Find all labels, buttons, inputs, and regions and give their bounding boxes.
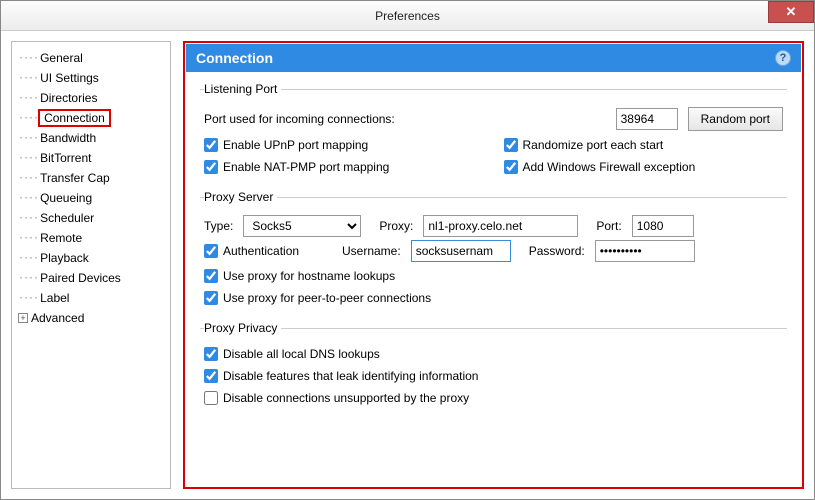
proxy-port-label: Port:: [596, 219, 621, 233]
password-input[interactable]: [595, 240, 695, 262]
titlebar: Preferences ✕: [1, 1, 814, 31]
sidebar-item-bittorrent[interactable]: ····BitTorrent: [16, 148, 166, 168]
proxy-server-legend: Proxy Server: [204, 190, 277, 204]
panel-title: Connection: [196, 50, 273, 66]
incoming-port-input[interactable]: [616, 108, 678, 130]
password-label: Password:: [529, 244, 585, 258]
username-label: Username:: [342, 244, 401, 258]
help-icon[interactable]: ?: [775, 50, 791, 66]
sidebar-item-label[interactable]: ····Label: [16, 288, 166, 308]
sidebar-item-label: BitTorrent: [40, 151, 91, 165]
proxy-type-label: Type:: [204, 219, 233, 233]
random-port-button[interactable]: Random port: [688, 107, 783, 131]
authentication-checkbox[interactable]: Authentication: [204, 240, 332, 262]
firewall-label: Add Windows Firewall exception: [523, 160, 696, 174]
hostname-label: Use proxy for hostname lookups: [223, 269, 395, 283]
upnp-label: Enable UPnP port mapping: [223, 138, 368, 152]
sidebar-item-paired-devices[interactable]: ····Paired Devices: [16, 268, 166, 288]
upnp-checkbox[interactable]: Enable UPnP port mapping: [204, 134, 484, 156]
close-icon: ✕: [786, 4, 797, 20]
sidebar-item-label: Remote: [40, 231, 82, 245]
dns-label: Disable all local DNS lookups: [223, 347, 380, 361]
sidebar-item-connection[interactable]: ····Connection: [16, 108, 166, 128]
proxy-type-select[interactable]: Socks5: [243, 215, 361, 237]
close-button[interactable]: ✕: [768, 1, 814, 23]
sidebar-item-label: Queueing: [40, 191, 92, 205]
natpmp-checkbox[interactable]: Enable NAT-PMP port mapping: [204, 156, 484, 178]
proxy-privacy-legend: Proxy Privacy: [204, 321, 281, 335]
proxy-p2p-checkbox[interactable]: Use proxy for peer-to-peer connections: [204, 287, 783, 309]
sidebar-item-ui-settings[interactable]: ····UI Settings: [16, 68, 166, 88]
sidebar-item-label: Label: [40, 291, 69, 305]
sidebar-item-directories[interactable]: ····Directories: [16, 88, 166, 108]
sidebar-item-label: Scheduler: [40, 211, 94, 225]
auth-label: Authentication: [223, 244, 299, 258]
sidebar-item-general[interactable]: ····General: [16, 48, 166, 68]
sidebar-item-label: Advanced: [31, 311, 84, 325]
sidebar-item-label: Transfer Cap: [40, 171, 110, 185]
proxy-hostname-checkbox[interactable]: Use proxy for hostname lookups: [204, 265, 783, 287]
unsupported-label: Disable connections unsupported by the p…: [223, 391, 469, 405]
listening-port-group: Listening Port Port used for incoming co…: [200, 82, 787, 180]
sidebar-item-scheduler[interactable]: ····Scheduler: [16, 208, 166, 228]
sidebar-item-label: Paired Devices: [40, 271, 121, 285]
sidebar-item-label: Bandwidth: [40, 131, 96, 145]
sidebar-item-label: General: [40, 51, 83, 65]
listening-port-legend: Listening Port: [204, 82, 281, 96]
natpmp-label: Enable NAT-PMP port mapping: [223, 160, 389, 174]
username-input[interactable]: [411, 240, 511, 262]
expand-icon[interactable]: +: [18, 313, 28, 323]
disable-leak-checkbox[interactable]: Disable features that leak identifying i…: [204, 365, 783, 387]
proxy-privacy-group: Proxy Privacy Disable all local DNS look…: [200, 321, 787, 411]
sidebar-item-label: Connection: [38, 109, 111, 127]
sidebar-item-transfer-cap[interactable]: ····Transfer Cap: [16, 168, 166, 188]
sidebar-item-bandwidth[interactable]: ····Bandwidth: [16, 128, 166, 148]
sidebar-item-remote[interactable]: ····Remote: [16, 228, 166, 248]
main-panel: Connection ? Listening Port Port used fo…: [183, 41, 804, 489]
leak-label: Disable features that leak identifying i…: [223, 369, 478, 383]
window-title: Preferences: [375, 9, 440, 23]
proxy-host-label: Proxy:: [379, 219, 413, 233]
p2p-label: Use proxy for peer-to-peer connections: [223, 291, 431, 305]
randomize-label: Randomize port each start: [523, 138, 664, 152]
randomize-port-checkbox[interactable]: Randomize port each start: [504, 134, 784, 156]
firewall-checkbox[interactable]: Add Windows Firewall exception: [504, 156, 784, 178]
sidebar-item-advanced[interactable]: +Advanced: [16, 308, 166, 328]
sidebar-item-label: Playback: [40, 251, 89, 265]
proxy-host-input[interactable]: [423, 215, 578, 237]
disable-unsupported-checkbox[interactable]: Disable connections unsupported by the p…: [204, 387, 783, 409]
proxy-port-input[interactable]: [632, 215, 694, 237]
panel-header: Connection ?: [186, 44, 801, 72]
proxy-server-group: Proxy Server Type: Socks5 Proxy: Port: A…: [200, 190, 787, 311]
sidebar-item-label: UI Settings: [40, 71, 99, 85]
sidebar-item-label: Directories: [40, 91, 97, 105]
sidebar-item-playback[interactable]: ····Playback: [16, 248, 166, 268]
port-label: Port used for incoming connections:: [204, 112, 606, 126]
sidebar: ····General ····UI Settings ····Director…: [11, 41, 171, 489]
disable-dns-checkbox[interactable]: Disable all local DNS lookups: [204, 343, 783, 365]
sidebar-item-queueing[interactable]: ····Queueing: [16, 188, 166, 208]
